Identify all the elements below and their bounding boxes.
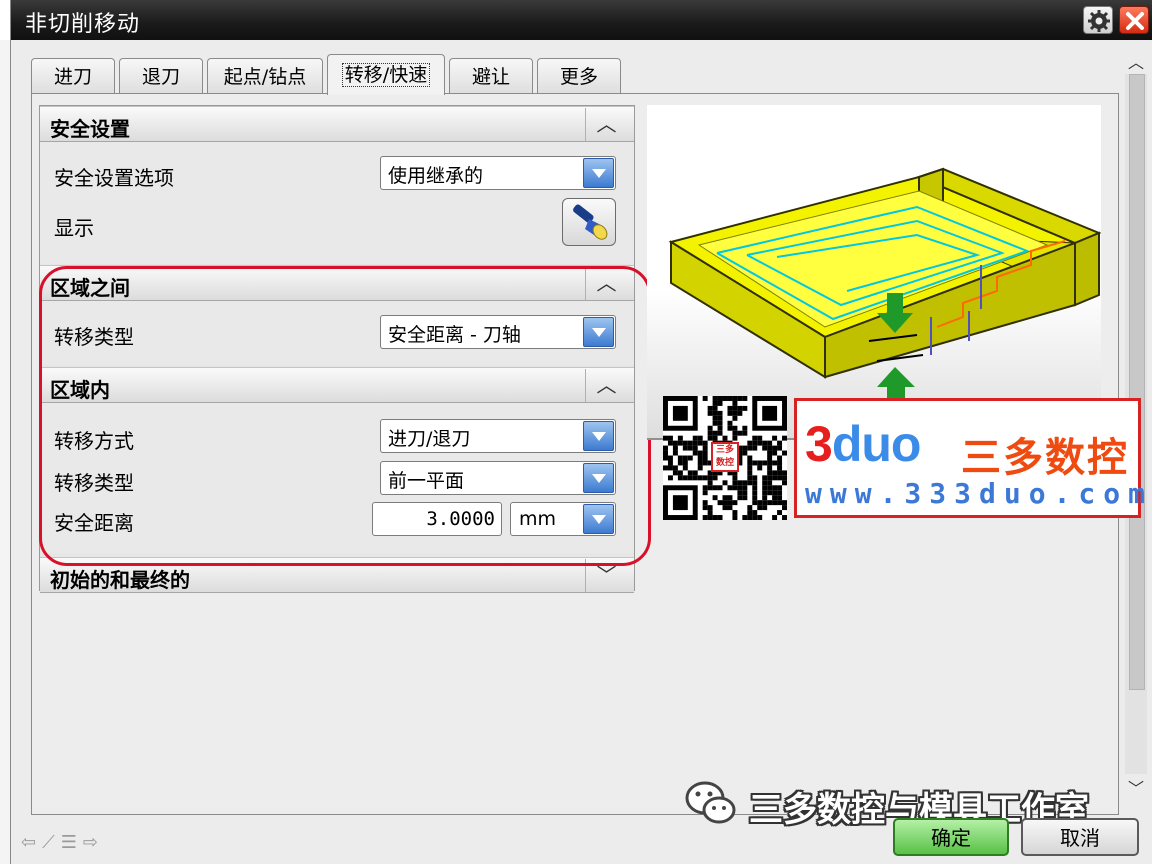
flashlight-icon [573, 204, 608, 240]
chevron-down-icon: ﹀ [1127, 779, 1144, 798]
safe-distance-label: 安全距离 [54, 511, 134, 535]
dropdown-arrow[interactable] [583, 317, 614, 347]
arrow-left-icon[interactable]: ⇦ [21, 832, 42, 853]
scroll-down-button[interactable]: ﹀ [1125, 778, 1147, 800]
tab-start-drill-point[interactable]: 起点/钻点 [207, 58, 323, 94]
chevron-down-icon [592, 474, 606, 483]
brand-logo: 3duo [805, 415, 922, 473]
tab-label: 退刀 [141, 66, 180, 88]
tab-label: 起点/钻点 [223, 66, 307, 88]
between-transfer-type-dropdown[interactable]: 安全距离 - 刀轴 [380, 315, 616, 349]
dropdown-value: 使用继承的 [388, 165, 484, 187]
dropdown-arrow[interactable] [583, 158, 614, 188]
window-title: 非切削移动 [25, 12, 141, 37]
logo-text: duo [831, 416, 922, 472]
brand-watermark: 3duo 三多数控 www.333duo.com [794, 398, 1145, 518]
dropdown-value: 前一平面 [388, 470, 465, 492]
pen-icon[interactable]: ⟋ [42, 832, 61, 853]
chevron-up-icon: ︿ [1127, 53, 1144, 72]
method-dropdown[interactable]: 进刀/退刀 [380, 419, 616, 453]
section-header-within-region[interactable]: 区域内 ︿ [40, 367, 634, 403]
close-icon [1126, 12, 1144, 30]
tab-retract[interactable]: 退刀 [119, 58, 203, 94]
chevron-down-icon [592, 328, 606, 337]
dropdown-value: mm [519, 508, 557, 530]
dropdown-arrow[interactable] [583, 421, 614, 451]
dropdown-value: 进刀/退刀 [388, 428, 471, 450]
section-title: 区域内 [50, 378, 110, 402]
section-title: 初始的和最终的 [50, 568, 190, 592]
title-bar[interactable]: 非切削移动 [11, 0, 1152, 40]
section-header-between-regions[interactable]: 区域之间 ︿ [40, 265, 634, 301]
options-panel: 安全设置 ︿ 安全设置选项 使用继承的 显示 区域之间 ︿ 转移类型 安全距离 … [39, 105, 635, 593]
ok-button[interactable]: 确定 [893, 818, 1009, 856]
close-button[interactable] [1119, 6, 1149, 34]
section-title: 安全设置 [50, 117, 130, 141]
method-label: 转移方式 [54, 429, 134, 453]
scroll-up-button[interactable]: ︿ [1125, 52, 1147, 74]
qr-code: 三多数控 [663, 396, 787, 520]
wechat-icon [685, 781, 736, 824]
collapse-icon[interactable]: ︿ [585, 267, 627, 300]
within-transfer-type-label: 转移类型 [54, 471, 134, 495]
tab-more[interactable]: 更多 [537, 58, 621, 94]
display-label: 显示 [54, 216, 94, 240]
tab-label: 转移/快速 [341, 63, 431, 87]
chevron-down-icon [592, 515, 606, 524]
brand-name: 三多数控 [961, 435, 1129, 481]
collapse-icon[interactable]: ︿ [585, 369, 627, 402]
between-transfer-type-label: 转移类型 [54, 325, 134, 349]
qr-badge: 三多数控 [711, 442, 739, 472]
part-illustration [668, 167, 1102, 409]
tab-avoidance[interactable]: 避让 [449, 58, 533, 94]
scrollbar-thumb[interactable] [1129, 74, 1145, 690]
dialog-window: 非切削移动 进刀 退刀 起点/钻点 转移/快速 避让 更多 ︿ ﹀ 安全设置 ︿… [10, 0, 1152, 864]
logo-digit: 3 [805, 416, 833, 472]
brand-url: www.333duo.com [805, 477, 1152, 510]
dropdown-arrow[interactable] [583, 463, 614, 493]
cancel-button[interactable]: 取消 [1021, 818, 1139, 856]
menu-icon[interactable]: ☰ [61, 832, 83, 853]
section-header-safety[interactable]: 安全设置 ︿ [40, 106, 634, 142]
gear-icon [1088, 10, 1110, 32]
preview-image [647, 105, 1102, 439]
unit-dropdown[interactable]: mm [510, 502, 616, 536]
tab-label: 避让 [471, 66, 510, 88]
safety-option-label: 安全设置选项 [54, 166, 174, 190]
qr-badge-text: 三多数控 [715, 445, 734, 468]
section-body-between-regions: 转移类型 安全距离 - 刀轴 [40, 301, 634, 365]
arrow-right-icon[interactable]: ⇨ [83, 832, 104, 853]
chevron-down-icon [592, 432, 606, 441]
section-header-initial-final[interactable]: 初始的和最终的 ﹀ [40, 557, 634, 593]
settings-button[interactable] [1083, 6, 1113, 34]
tab-transfer-rapid[interactable]: 转移/快速 [327, 54, 445, 95]
safe-distance-input[interactable]: 3.0000 [372, 502, 502, 536]
section-body-within-region: 转移方式 进刀/退刀 转移类型 前一平面 安全距离 3.0000 mm [40, 403, 634, 553]
within-transfer-type-dropdown[interactable]: 前一平面 [380, 461, 616, 495]
section-title: 区域之间 [50, 276, 130, 300]
expand-icon[interactable]: ﹀ [585, 559, 627, 592]
dropdown-arrow[interactable] [583, 504, 614, 534]
safety-option-dropdown[interactable]: 使用继承的 [380, 156, 616, 190]
tab-label: 更多 [559, 66, 598, 88]
dropdown-value: 安全距离 - 刀轴 [388, 324, 521, 346]
tab-label: 进刀 [53, 66, 92, 88]
chevron-down-icon [592, 169, 606, 178]
tab-approach[interactable]: 进刀 [31, 58, 115, 94]
collapse-icon[interactable]: ︿ [585, 108, 627, 141]
display-button[interactable] [562, 198, 616, 246]
mini-toolbar: ⇦⟋☰⇨ [21, 832, 104, 853]
section-body-safety: 安全设置选项 使用继承的 显示 [40, 142, 634, 264]
